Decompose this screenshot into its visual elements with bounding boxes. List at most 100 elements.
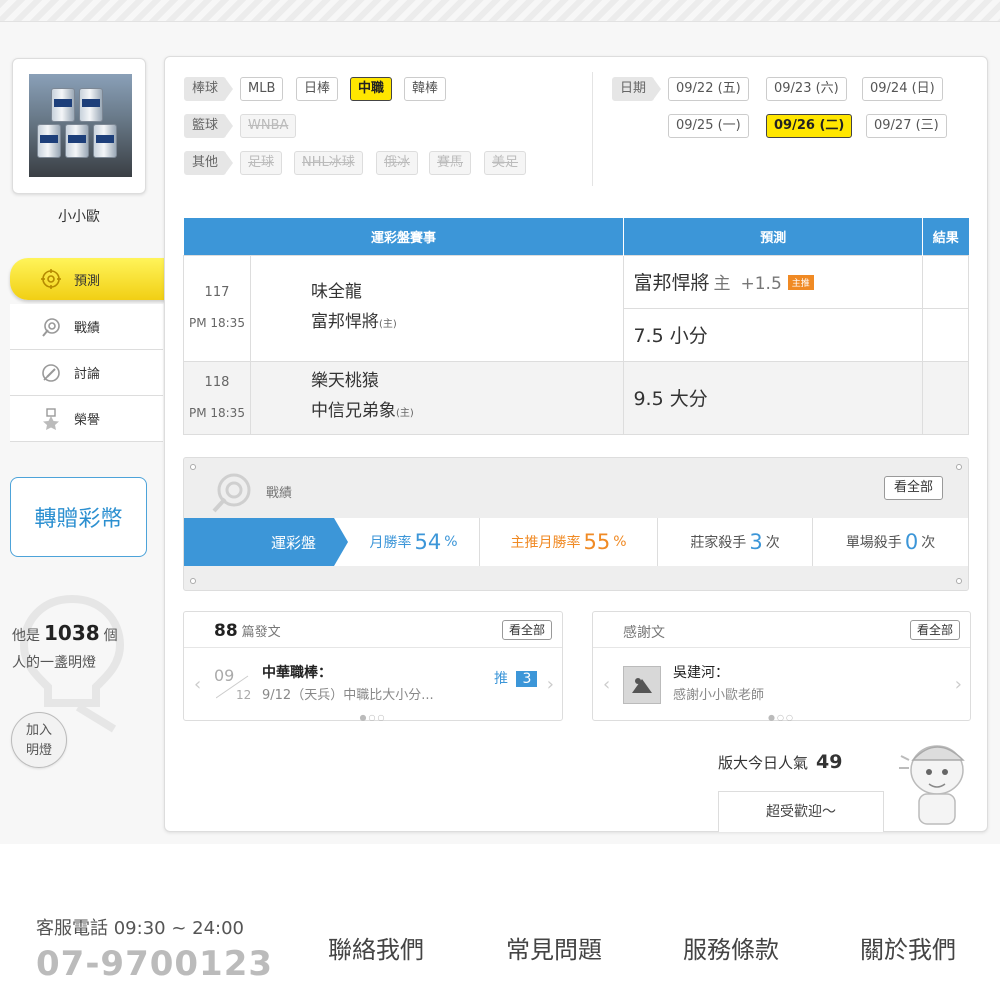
filter-divider — [592, 72, 593, 186]
result-cell — [922, 307, 969, 362]
thanks-header: 感謝文 看全部 — [593, 612, 970, 648]
stat-bookie-killer: 莊家殺手 3 次 — [658, 518, 813, 566]
stat-main-monthly-win: 主推月勝率 55% — [480, 518, 658, 566]
service-hours: 客服電話 09:30 ~ 24:00 — [36, 918, 244, 939]
header-event: 運彩盤賽事 — [183, 218, 625, 255]
footer-link-faq[interactable]: 常見問題 — [506, 930, 602, 965]
thanks-avatar — [623, 666, 661, 704]
lamp-text: 人的一盞明燈 — [12, 655, 96, 671]
game-info: 117 PM 18:35 — [183, 254, 251, 362]
filter-label-basketball: 籃球 — [184, 114, 234, 138]
record-panel: 戰績 看全部 運彩盤 月勝率 54% 主推月勝率 55% 莊家殺手 3 次 單場殺手 0 次 — [183, 457, 969, 591]
filter-kbo[interactable]: 韓棒 — [404, 77, 447, 101]
broken-image-icon — [632, 678, 652, 693]
chevron-right-icon[interactable]: › — [955, 674, 962, 695]
stat-monthly-win: 月勝率 54% — [334, 518, 480, 566]
result-cell — [922, 254, 969, 309]
filter-label-baseball: 棒球 — [184, 77, 234, 101]
posts-pager: ●○○ — [359, 713, 387, 722]
popularity: 版大今日人氣 49 — [718, 751, 843, 773]
filter-khl[interactable]: 俄冰 — [376, 151, 419, 175]
filter-wnba[interactable]: WNBA — [240, 114, 297, 138]
post-push: 推 3 — [494, 668, 538, 688]
table-row: 117 PM 18:35 味全龍 富邦悍將(主) 富邦悍將主 +1.5 主推 — [183, 254, 969, 362]
avatar — [29, 74, 132, 177]
posts-view-all-button[interactable]: 看全部 — [501, 620, 552, 640]
post-summary[interactable]: 9/12（天兵）中職比大小分... — [262, 684, 434, 703]
prediction-cell: 富邦悍將主 +1.5 主推 — [623, 254, 924, 309]
sidebar-item-discussion[interactable]: 討論 — [10, 350, 163, 396]
welcome-text: 超受歡迎～ — [718, 791, 884, 832]
filter-npb[interactable]: 日棒 — [296, 77, 339, 101]
table-header-row: 運彩盤賽事 預測 結果 — [183, 218, 969, 255]
mascot-icon — [899, 745, 965, 825]
record-stats-row: 運彩盤 月勝率 54% 主推月勝率 55% 莊家殺手 3 次 單場殺手 0 次 — [184, 518, 968, 566]
filter-label-other: 其他 — [184, 151, 234, 175]
header-prediction: 預測 — [623, 218, 924, 255]
medal-icon — [40, 407, 62, 430]
thanks-title: 感謝文 — [623, 625, 665, 641]
prediction-cell: 7.5 小分 — [623, 307, 924, 362]
footer-link-contact[interactable]: 聯絡我們 — [328, 930, 424, 965]
gift-coins-button[interactable]: 轉贈彩幣 — [10, 477, 147, 557]
avatar-card[interactable] — [12, 58, 146, 194]
footer-link-terms[interactable]: 服務條款 — [683, 930, 779, 965]
sidebar-item-record[interactable]: 戰績 — [10, 304, 163, 350]
sidebar-item-predict[interactable]: 預測 — [10, 258, 183, 300]
date-label: 日期 — [612, 77, 662, 101]
thanks-view-all-button[interactable]: 看全部 — [909, 620, 960, 640]
sidebar-nav: 預測 戰績 討論 榮譽 — [10, 258, 183, 442]
sidebar-item-label: 預測 — [74, 273, 101, 289]
record-icon — [212, 473, 251, 513]
record-view-all-button[interactable]: 看全部 — [883, 476, 943, 500]
header-result: 結果 — [922, 218, 969, 255]
result-cell — [922, 360, 969, 435]
top-pattern-band — [0, 0, 1000, 22]
sidebar-item-label: 榮譽 — [74, 413, 101, 428]
filter-nhl[interactable]: NHL冰球 — [294, 151, 363, 175]
add-lamp-button[interactable]: 加入 明燈 — [11, 712, 67, 768]
stat-single-killer: 單場殺手 0 次 — [845, 530, 936, 554]
game-teams[interactable]: 味全龍 富邦悍將(主) — [249, 254, 625, 362]
target-icon — [40, 268, 62, 290]
chevron-right-icon[interactable]: › — [547, 674, 554, 695]
chevron-left-icon[interactable]: ‹ — [194, 674, 201, 695]
game-teams[interactable]: 樂天桃猿 中信兄弟象(主) — [249, 360, 625, 435]
prediction-cell: 9.5 大分 — [623, 360, 924, 435]
record-title: 戰績 — [266, 486, 293, 501]
record-icon — [40, 316, 62, 338]
table-row: 118 PM 18:35 樂天桃猿 中信兄弟象(主) 9.5 大分 — [183, 360, 969, 435]
discussion-icon — [40, 362, 62, 384]
date-0927[interactable]: 09/27 (三) — [866, 114, 947, 138]
service-phone[interactable]: 07-9700123 — [36, 944, 273, 984]
thanks-text[interactable]: 感謝小小歐老師 — [673, 684, 764, 703]
lamp-count-text: 他是 1038 個 — [12, 621, 118, 645]
thanks-box: 感謝文 看全部 ‹ 吳建河： 感謝小小歐老師 › ●○○ — [592, 611, 971, 722]
date-0925[interactable]: 09/25 (一) — [668, 114, 749, 138]
filter-horse-racing[interactable]: 賽馬 — [429, 151, 472, 175]
filter-soccer[interactable]: 足球 — [240, 151, 283, 175]
sidebar-item-label: 戰績 — [74, 321, 101, 336]
main-pick-badge: 主推 — [787, 275, 814, 290]
posts-header: 88 篇發文 看全部 — [184, 612, 562, 648]
footer-link-about[interactable]: 關於我們 — [860, 930, 956, 965]
sidebar-item-honor[interactable]: 榮譽 — [10, 396, 163, 442]
record-tab-lottery[interactable]: 運彩盤 — [184, 518, 348, 566]
filter-mlb[interactable]: MLB — [240, 77, 284, 101]
username: 小小歐 — [58, 209, 100, 225]
posts-count: 88 — [214, 621, 238, 641]
prediction-table: 運彩盤賽事 預測 結果 117 PM 18:35 味全龍 富邦悍將(主) 富邦悍將… — [183, 218, 969, 435]
post-date: 09 12 — [214, 666, 252, 702]
filter-nfl[interactable]: 美足 — [484, 151, 527, 175]
posts-box: 88 篇發文 看全部 ‹ 09 12 中華職棒： 9/12（天兵）中職比大小分..… — [183, 611, 563, 722]
post-title[interactable]: 中華職棒： — [262, 662, 332, 682]
date-0926[interactable]: 09/26 (二) — [766, 114, 853, 138]
filter-cpbl[interactable]: 中職 — [350, 77, 393, 101]
chevron-left-icon[interactable]: ‹ — [603, 674, 610, 695]
date-0922[interactable]: 09/22 (五) — [668, 77, 749, 101]
game-info: 118 PM 18:35 — [183, 360, 251, 435]
thanks-author[interactable]: 吳建河： — [673, 662, 729, 682]
sidebar-item-label: 討論 — [74, 367, 101, 382]
date-0923[interactable]: 09/23 (六) — [766, 77, 847, 101]
date-0924[interactable]: 09/24 (日) — [862, 77, 943, 101]
